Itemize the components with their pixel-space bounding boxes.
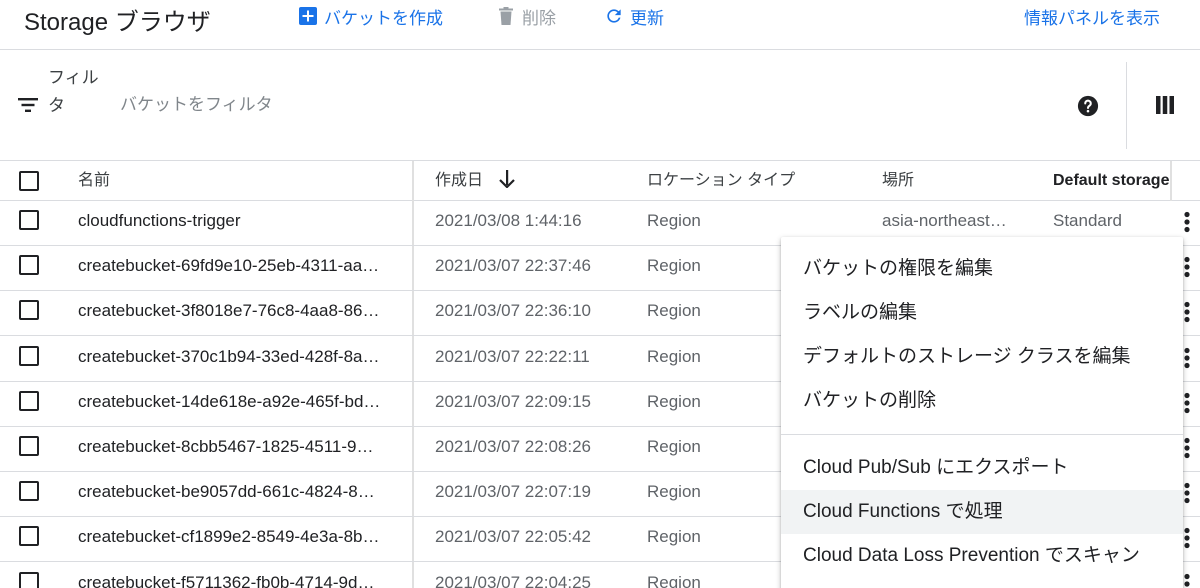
help-icon[interactable] <box>1077 95 1099 117</box>
created-date: 2021/03/07 22:07:19 <box>435 482 591 502</box>
created-date: 2021/03/07 22:05:42 <box>435 527 591 547</box>
location-type: Region <box>647 211 701 230</box>
refresh-icon <box>604 6 624 26</box>
bucket-name-link[interactable]: createbucket-370c1b94-33ed-428f-8a… <box>78 337 392 381</box>
bucket-name-link[interactable]: cloudfunctions-trigger <box>78 201 392 245</box>
location-type: Region <box>647 437 701 456</box>
header-bar: Storage ブラウザ バケットを作成 削除 更新 情報パネルを表示 <box>0 0 1200 50</box>
select-all-checkbox[interactable] <box>19 171 39 191</box>
bucket-name-link[interactable]: createbucket-cf1899e2-8549-4e3a-8b… <box>78 517 392 561</box>
created-date: 2021/03/07 22:37:46 <box>435 256 591 276</box>
column-header-location[interactable]: 場所 <box>882 161 914 201</box>
row-checkbox[interactable] <box>19 481 39 502</box>
bucket-name-link[interactable]: createbucket-f5711362-fb0b-4714-9d… <box>78 563 392 588</box>
row-checkbox[interactable] <box>19 526 39 547</box>
row-checkbox[interactable] <box>19 210 39 230</box>
row-checkbox[interactable] <box>19 571 39 588</box>
filter-input[interactable] <box>120 91 720 119</box>
refresh-button[interactable]: 更新 <box>604 5 664 28</box>
menu-divider <box>781 434 1183 435</box>
location-type: Region <box>647 527 701 547</box>
column-header-location-type[interactable]: ロケーション タイプ <box>647 161 795 201</box>
created-date: 2021/03/07 22:09:15 <box>435 391 591 411</box>
filter-divider <box>1126 62 1127 149</box>
filter-icon[interactable] <box>18 97 38 113</box>
bucket-name-link[interactable]: createbucket-be9057dd-661c-4824-8… <box>78 472 392 516</box>
row-checkbox[interactable] <box>19 300 39 321</box>
show-info-panel-label: 情報パネルを表示 <box>1024 8 1160 28</box>
created-date: 2021/03/07 22:04:25 <box>435 572 591 588</box>
column-display-icon[interactable] <box>1156 96 1174 114</box>
row-checkbox[interactable] <box>19 436 39 456</box>
menu-item-edit-labels[interactable]: ラベルの編集 <box>781 291 1183 335</box>
create-bucket-label: バケットを作成 <box>324 8 443 28</box>
column-header-created[interactable]: 作成日 <box>435 161 516 201</box>
show-info-panel-button[interactable]: 情報パネルを表示 <box>1024 5 1160 28</box>
menu-item-process-cloud-functions[interactable]: Cloud Functions で処理 <box>781 490 1183 534</box>
menu-item-edit-permissions[interactable]: バケットの権限を編集 <box>781 247 1183 291</box>
row-checkbox[interactable] <box>19 345 39 366</box>
bucket-name-link[interactable]: createbucket-8cbb5467-1825-4511-9… <box>78 427 392 471</box>
menu-item-delete-bucket[interactable]: バケットの削除 <box>781 379 1183 423</box>
add-box-icon <box>298 6 318 26</box>
menu-item-edit-default-storage-class[interactable]: デフォルトのストレージ クラスを編集 <box>781 335 1183 379</box>
column-header-name[interactable]: 名前 <box>78 161 110 201</box>
bucket-name-link[interactable]: createbucket-3f8018e7-76c8-4aa8-86… <box>78 291 392 335</box>
delete-button[interactable]: 削除 <box>496 5 556 28</box>
more-vert-icon[interactable] <box>1180 211 1194 233</box>
column-header-created-label: 作成日 <box>435 172 484 189</box>
row-checkbox[interactable] <box>19 255 39 276</box>
filter-bar: フィルタ <box>0 50 1200 161</box>
menu-item-scan-dlp[interactable]: Cloud Data Loss Prevention でスキャン <box>781 534 1183 578</box>
page-title: Storage ブラウザ <box>24 9 211 36</box>
location-type: Region <box>647 391 701 411</box>
delete-label: 削除 <box>522 8 556 28</box>
table-header: 名前 作成日 ロケーション タイプ 場所 Default storage <box>0 161 1200 201</box>
location-type: Region <box>647 301 701 321</box>
column-separator <box>1170 161 1172 201</box>
row-checkbox[interactable] <box>19 390 39 411</box>
menu-item-export-pubsub[interactable]: Cloud Pub/Sub にエクスポート <box>781 446 1183 490</box>
created-date: 2021/03/07 22:22:11 <box>435 346 590 366</box>
created-date: 2021/03/07 22:36:10 <box>435 301 591 321</box>
trash-icon <box>496 6 516 26</box>
bucket-context-menu: バケットの権限を編集 ラベルの編集 デフォルトのストレージ クラスを編集 バケッ… <box>781 237 1183 588</box>
location-type: Region <box>647 346 701 366</box>
filter-label: フィルタ <box>48 68 99 115</box>
bucket-name-link[interactable]: createbucket-14de618e-a92e-465f-bd… <box>78 382 392 426</box>
created-date: 2021/03/08 1:44:16 <box>435 211 582 230</box>
location-type: Region <box>647 256 701 276</box>
column-header-default-storage[interactable]: Default storage <box>1053 161 1169 201</box>
bucket-name-link[interactable]: createbucket-69fd9e10-25eb-4311-aa… <box>78 246 392 290</box>
create-bucket-button[interactable]: バケットを作成 <box>298 5 443 28</box>
location-type: Region <box>647 482 701 502</box>
refresh-label: 更新 <box>630 8 664 28</box>
created-date: 2021/03/07 22:08:26 <box>435 437 591 456</box>
arrow-down-icon <box>499 170 516 189</box>
location-type: Region <box>647 572 701 588</box>
